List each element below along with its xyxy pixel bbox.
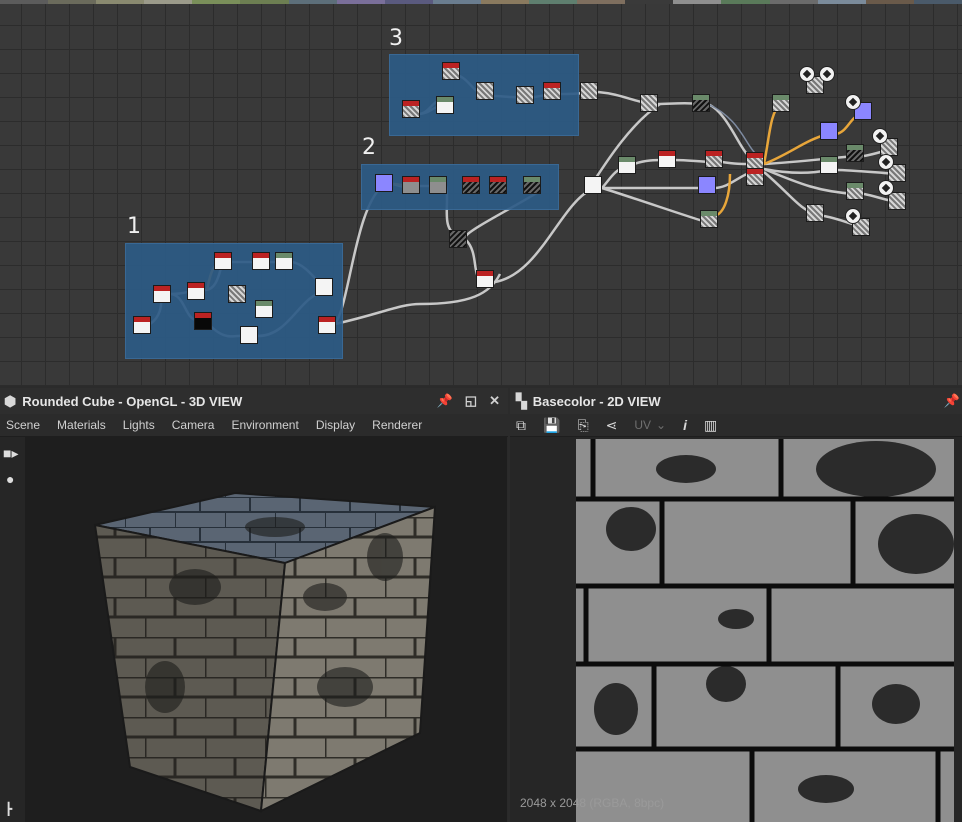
menu-scene[interactable]: Scene bbox=[6, 418, 40, 432]
output-icon[interactable] bbox=[845, 208, 861, 224]
2d-view-title: Basecolor - 2D VIEW bbox=[532, 393, 661, 409]
graph-node[interactable] bbox=[820, 122, 838, 140]
hierarchy-icon[interactable]: ┣ bbox=[5, 802, 12, 816]
cube-icon: ⬢ bbox=[4, 392, 17, 409]
graph-node[interactable] bbox=[658, 150, 676, 168]
3d-view-menubar: Scene Materials Lights Camera Environmen… bbox=[0, 414, 508, 437]
node-graph-canvas[interactable]: 1 2 3 bbox=[0, 4, 962, 386]
basecolor-texture bbox=[576, 439, 954, 822]
info-icon[interactable]: i bbox=[683, 417, 687, 433]
close-icon[interactable]: ✕ bbox=[489, 393, 500, 409]
graph-node[interactable] bbox=[618, 156, 636, 174]
save-icon[interactable]: 💾 bbox=[543, 417, 560, 434]
menu-display[interactable]: Display bbox=[316, 418, 355, 432]
2d-view-panel: ▚ Basecolor - 2D VIEW 📌 ⧉ 💾 ⎘ ⋖ UV ⌄ i ▥ bbox=[510, 388, 962, 822]
uv-dropdown[interactable]: UV bbox=[634, 418, 651, 432]
2d-view-titlebar: ▚ Basecolor - 2D VIEW 📌 bbox=[510, 388, 962, 414]
graph-node[interactable] bbox=[449, 230, 467, 248]
frame-1-label: 1 bbox=[127, 214, 141, 239]
graph-node[interactable] bbox=[746, 168, 764, 186]
graph-node[interactable] bbox=[888, 192, 906, 210]
texture-info-status: 2048 x 2048 (RGBA, 8bpc) bbox=[520, 796, 665, 810]
graph-node[interactable] bbox=[640, 94, 658, 112]
frame-3-label: 3 bbox=[389, 26, 403, 51]
graph-node[interactable] bbox=[240, 326, 258, 344]
fit-view-icon[interactable]: ⧉ bbox=[516, 417, 526, 434]
graph-node[interactable] bbox=[153, 285, 171, 303]
menu-lights[interactable]: Lights bbox=[123, 418, 155, 432]
3d-view-sidebar: ■▸ ● ┣ bbox=[0, 437, 25, 822]
2d-viewport[interactable]: 2048 x 2048 (RGBA, 8bpc) bbox=[510, 437, 962, 822]
3d-viewport[interactable] bbox=[25, 437, 507, 822]
graph-node[interactable] bbox=[846, 144, 864, 162]
graph-node[interactable] bbox=[252, 252, 270, 270]
3d-view-titlebar: ⬢ Rounded Cube - OpenGL - 3D VIEW 📌 ◱ ✕ bbox=[0, 388, 508, 414]
graph-node[interactable] bbox=[523, 176, 541, 194]
menu-camera[interactable]: Camera bbox=[172, 418, 215, 432]
graph-node[interactable] bbox=[442, 62, 460, 80]
maximize-icon[interactable]: ◱ bbox=[465, 393, 477, 409]
frame-2-label: 2 bbox=[362, 135, 376, 160]
graph-node[interactable] bbox=[806, 204, 824, 222]
chevron-down-icon[interactable]: ⌄ bbox=[656, 418, 666, 432]
graph-node[interactable] bbox=[275, 252, 293, 270]
graph-node[interactable] bbox=[429, 176, 447, 194]
menu-environment[interactable]: Environment bbox=[231, 418, 298, 432]
menu-renderer[interactable]: Renderer bbox=[372, 418, 422, 432]
graph-node[interactable] bbox=[476, 82, 494, 100]
graph-node[interactable] bbox=[772, 94, 790, 112]
graph-node[interactable] bbox=[402, 176, 420, 194]
graph-node[interactable] bbox=[705, 150, 723, 168]
graph-node[interactable] bbox=[820, 156, 838, 174]
rounded-cube-render bbox=[93, 491, 437, 813]
graph-node[interactable] bbox=[436, 96, 454, 114]
output-icon[interactable] bbox=[878, 180, 894, 196]
graph-node[interactable] bbox=[214, 252, 232, 270]
output-icon[interactable] bbox=[872, 128, 888, 144]
share-icon[interactable]: ⋖ bbox=[606, 417, 618, 434]
2d-view-toolbar: ⧉ 💾 ⎘ ⋖ UV ⌄ i ▥ bbox=[510, 414, 962, 437]
graph-node[interactable] bbox=[580, 82, 598, 100]
graph-node[interactable] bbox=[255, 300, 273, 318]
copy-icon[interactable]: ⎘ bbox=[577, 417, 588, 434]
graph-node[interactable] bbox=[516, 86, 534, 104]
graph-node[interactable] bbox=[194, 312, 212, 330]
camera-icon[interactable]: ■▸ bbox=[3, 445, 18, 462]
graph-node[interactable] bbox=[133, 316, 151, 334]
output-icon[interactable] bbox=[819, 66, 835, 82]
graph-node[interactable] bbox=[228, 285, 246, 303]
checker-icon: ▚ bbox=[516, 392, 527, 409]
graph-node[interactable] bbox=[846, 182, 864, 200]
graph-node[interactable] bbox=[462, 176, 480, 194]
graph-node[interactable] bbox=[700, 210, 718, 228]
graph-node[interactable] bbox=[698, 176, 716, 194]
pin-icon[interactable]: 📌 bbox=[944, 393, 960, 409]
graph-node[interactable] bbox=[489, 176, 507, 194]
light-bulb-icon[interactable]: ● bbox=[6, 471, 14, 487]
graph-node[interactable] bbox=[315, 278, 333, 296]
graph-node[interactable] bbox=[476, 270, 494, 288]
graph-node[interactable] bbox=[318, 316, 336, 334]
menu-materials[interactable]: Materials bbox=[57, 418, 106, 432]
3d-view-panel: ⬢ Rounded Cube - OpenGL - 3D VIEW 📌 ◱ ✕ … bbox=[0, 388, 508, 822]
graph-node[interactable] bbox=[402, 100, 420, 118]
graph-node[interactable] bbox=[375, 174, 393, 192]
histogram-icon[interactable]: ▥ bbox=[704, 417, 717, 434]
output-icon[interactable] bbox=[878, 154, 894, 170]
graph-node[interactable] bbox=[187, 282, 205, 300]
graph-node[interactable] bbox=[692, 94, 710, 112]
output-icon[interactable] bbox=[845, 94, 861, 110]
pin-icon[interactable]: 📌 bbox=[437, 393, 453, 409]
graph-node[interactable] bbox=[584, 176, 602, 194]
3d-view-title: Rounded Cube - OpenGL - 3D VIEW bbox=[22, 393, 243, 409]
output-icon[interactable] bbox=[799, 66, 815, 82]
graph-node[interactable] bbox=[543, 82, 561, 100]
